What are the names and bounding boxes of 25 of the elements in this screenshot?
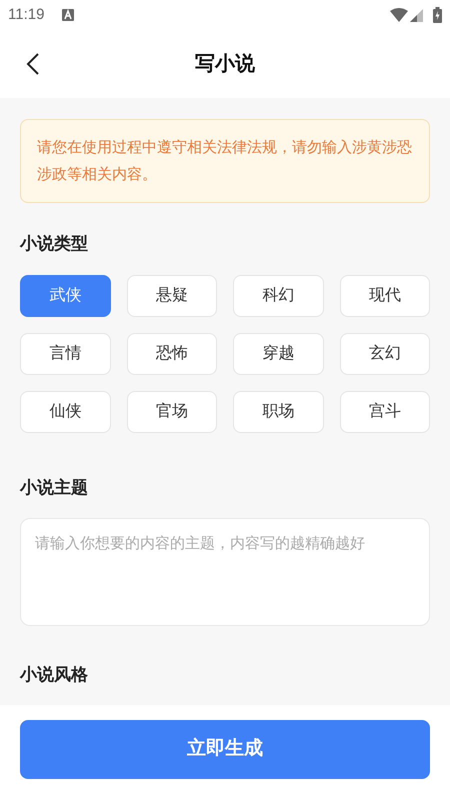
- notice-banner: 请您在使用过程中遵守相关法律法规，请勿输入涉黄涉恐涉政等相关内容。: [20, 119, 430, 203]
- genre-option[interactable]: 官场: [126, 390, 217, 432]
- signal-icon: [410, 8, 423, 22]
- genre-option[interactable]: 武侠: [20, 274, 110, 316]
- generate-button[interactable]: 立即生成: [20, 720, 430, 779]
- genre-option[interactable]: 职场: [233, 390, 324, 432]
- notification-icon: [62, 9, 74, 21]
- genre-option[interactable]: 科幻: [233, 274, 324, 316]
- page-title: 写小说: [195, 52, 255, 77]
- genre-option[interactable]: 言情: [20, 332, 110, 374]
- wifi-icon: [390, 8, 408, 22]
- battery-icon: [433, 7, 442, 23]
- section-title: 小说主题: [20, 476, 89, 498]
- back-icon[interactable]: [26, 52, 40, 76]
- section-title: 小说类型: [20, 233, 89, 255]
- genre-option[interactable]: 悬疑: [126, 274, 217, 316]
- theme-input-field[interactable]: 请输入你想要的内容的主题，内容写的越精确越好: [20, 518, 430, 626]
- genre-option[interactable]: 恐怖: [126, 332, 217, 374]
- section-title: 小说风格: [20, 664, 89, 686]
- genre-option[interactable]: 仙侠: [20, 390, 110, 432]
- genre-option[interactable]: 宫斗: [340, 390, 430, 432]
- status-time: 11:19: [8, 4, 44, 25]
- genre-option[interactable]: 现代: [340, 274, 430, 316]
- genre-option[interactable]: 穿越: [233, 332, 324, 374]
- genre-option[interactable]: 玄幻: [340, 332, 430, 374]
